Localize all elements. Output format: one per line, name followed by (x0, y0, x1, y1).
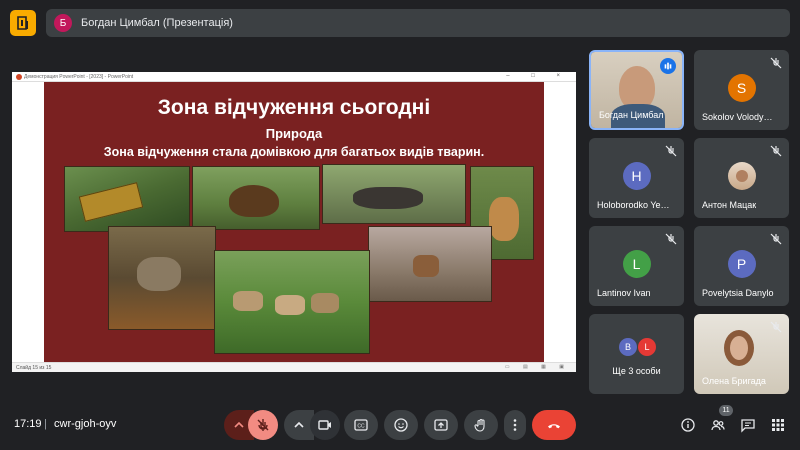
mic-off-icon (257, 419, 269, 431)
horse-shape (275, 295, 305, 315)
deer-photo (368, 226, 492, 302)
vultures-shape (353, 187, 423, 209)
slide: Зона відчуження сьогодні Природа Зона ві… (44, 82, 544, 362)
meet-logo[interactable] (10, 10, 36, 36)
birds-photo (322, 164, 466, 224)
participant-tile[interactable]: S Sokolov Volody… (694, 50, 789, 130)
info-icon (681, 418, 695, 432)
clock: 17:19 (14, 418, 42, 430)
participant-name: Lantinov Ivan (597, 288, 651, 298)
avatar: H (622, 162, 651, 190)
mic-off-icon (770, 321, 782, 333)
chevron-up-icon (234, 421, 244, 428)
ppt-statusbar: Слайд 15 из 15 ▭ ▤ ▦ ▣ (12, 362, 576, 372)
apps-grid-icon (772, 419, 784, 431)
more-avatars: B L (617, 338, 657, 358)
participant-name: Богдан Цимбал (599, 110, 664, 120)
presentation-icon (17, 16, 28, 30)
closed-captions-icon: CC (354, 419, 368, 431)
wolf-shape (137, 257, 181, 291)
meeting-code: cwr-gjoh-oyv (54, 418, 117, 430)
ppt-titlebar: Демонстрация PowerPoint - [2023] - Power… (12, 72, 576, 82)
present-screen-icon (434, 419, 448, 431)
participant-name: Holoborodko Ye… (597, 200, 670, 210)
presentation-stage: Демонстрация PowerPoint - [2023] - Power… (12, 72, 576, 372)
emoji-icon (394, 418, 408, 432)
horses-photo (214, 250, 370, 354)
bear-shape (229, 185, 279, 217)
wolf-photo (108, 226, 216, 330)
hand-icon (474, 418, 485, 432)
speaking-indicator-icon (660, 58, 676, 74)
presenter-banner[interactable]: Б Богдан Цимбал (Презентація) (46, 9, 790, 37)
mic-off-icon (770, 233, 782, 245)
more-options-button[interactable] (504, 410, 526, 440)
slide-text: Зона відчуження стала домівкою для багат… (103, 145, 485, 159)
yellow-bus-shape (78, 182, 144, 222)
avatar-photo (727, 162, 756, 190)
slide-title: Зона відчуження сьогодні (157, 96, 431, 119)
mini-avatar: L (638, 338, 656, 356)
participant-name: Олена Бригада (702, 376, 766, 386)
mic-off-icon (770, 57, 782, 69)
more-participants-tile[interactable]: B L Ще 3 особи (589, 314, 684, 394)
top-bar: Б Богдан Цимбал (Презентація) (0, 0, 800, 46)
face-shape (730, 336, 748, 360)
participant-tile[interactable]: H Holoborodko Ye… (589, 138, 684, 218)
mic-off-icon (770, 145, 782, 157)
deer-shape (413, 255, 439, 277)
end-call-icon (548, 424, 560, 429)
avatar: S (727, 74, 756, 102)
bear-photo (192, 166, 320, 230)
presenter-avatar: Б (54, 14, 72, 32)
participant-name: Антон Мацак (702, 200, 757, 210)
slide-subtitle: Природа (265, 126, 323, 141)
separator: | (44, 418, 47, 430)
mic-off-icon (665, 145, 677, 157)
chat-icon (741, 419, 755, 433)
lynx-shape (489, 197, 519, 241)
participant-tile[interactable]: L Lantinov Ivan (589, 226, 684, 306)
raise-hand-button[interactable] (464, 410, 498, 440)
people-icon (711, 420, 725, 431)
participant-tile[interactable]: Олена Бригада (694, 314, 789, 394)
mic-off-icon (665, 233, 677, 245)
slide-area: Зона відчуження сьогодні Природа Зона ві… (12, 82, 576, 362)
participant-tile[interactable]: P Povelytsia Danylo (694, 226, 789, 306)
video-camera-icon (318, 420, 331, 430)
mini-avatar: B (619, 338, 637, 356)
view-controls-icon: ▭ ▤ ▦ ▣ (504, 364, 570, 370)
bus-photo (64, 166, 190, 232)
participant-tile-presenter[interactable]: Богдан Цимбал (589, 50, 684, 130)
participant-count-badge: 11 (719, 405, 733, 416)
chat-button[interactable] (739, 416, 757, 434)
activities-button[interactable] (769, 416, 787, 434)
more-label: Ще 3 особи (612, 366, 661, 376)
svg-text:CC: CC (357, 424, 365, 430)
reactions-button[interactable] (384, 410, 418, 440)
leave-call-button[interactable] (532, 410, 576, 440)
captions-button[interactable]: CC (344, 410, 378, 440)
powerpoint-icon (16, 74, 22, 80)
slide-counter: Слайд 15 из 15 (16, 364, 52, 371)
bottom-bar: 17:19 | cwr-gjoh-oyv CC 11 (0, 400, 800, 450)
horse-shape (311, 293, 339, 313)
window-controls-icon: – □ × (506, 73, 570, 79)
ppt-window-title: Демонстрация PowerPoint - [2023] - Power… (24, 73, 134, 80)
camera-toggle-button[interactable] (310, 410, 340, 440)
participant-name: Sokolov Volody… (702, 112, 773, 122)
avatar: P (727, 250, 756, 278)
more-vert-icon (513, 419, 517, 431)
face-shape (735, 170, 748, 182)
participant-tile[interactable]: Антон Мацак (694, 138, 789, 218)
chevron-up-icon (294, 421, 304, 428)
avatar: L (622, 250, 651, 278)
presenter-title: Богдан Цимбал (Презентація) (81, 17, 233, 29)
participant-name: Povelytsia Danylo (702, 288, 774, 298)
present-screen-button[interactable] (424, 410, 458, 440)
people-button[interactable] (709, 416, 727, 434)
meeting-details-button[interactable] (679, 416, 697, 434)
mic-toggle-button[interactable] (248, 410, 278, 440)
horse-shape (233, 291, 263, 311)
